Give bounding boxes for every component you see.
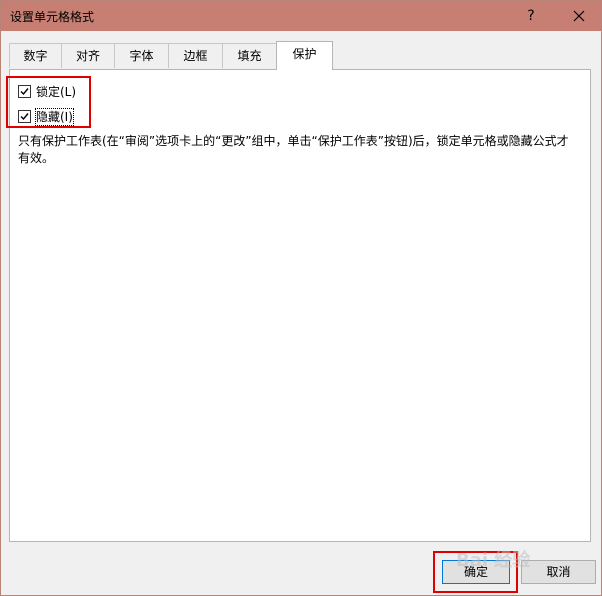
locked-label[interactable]: 锁定(L) [36, 84, 76, 100]
tab-alignment[interactable]: 对齐 [61, 43, 115, 68]
help-button[interactable]: ? [516, 3, 546, 29]
tab-font[interactable]: 字体 [114, 43, 169, 68]
protection-panel: 锁定(L) 隐藏(I) 只有保护工作表(在“审阅”选项卡上的“更改”组中，单击“… [9, 69, 591, 542]
locked-checkbox[interactable] [18, 85, 31, 98]
tab-protection[interactable]: 保护 [276, 41, 333, 70]
tab-fill[interactable]: 填充 [222, 43, 277, 68]
tab-strip: 数字 对齐 字体 边框 填充 保护 [9, 41, 589, 70]
hidden-label[interactable]: 隐藏(I) [35, 108, 74, 126]
watermark: Bai 经验 [456, 550, 531, 571]
dialog-title: 设置单元格格式 [10, 10, 95, 24]
format-cells-dialog: 设置单元格格式 ? 数字 对齐 字体 边框 填充 保护 锁定(L) 隐藏(I) … [0, 0, 602, 596]
close-button[interactable] [563, 3, 595, 29]
checkmark-icon [20, 88, 29, 96]
close-icon [573, 10, 585, 22]
tab-number[interactable]: 数字 [9, 43, 62, 68]
hidden-checkbox[interactable] [18, 110, 31, 123]
cancel-button[interactable]: 取消 [521, 560, 596, 584]
title-bar[interactable]: 设置单元格格式 ? [1, 1, 601, 31]
protection-description: 只有保护工作表(在“审阅”选项卡上的“更改”组中，单击“保护工作表”按钮)后，锁… [18, 134, 569, 165]
checkmark-icon [20, 113, 29, 121]
tab-border[interactable]: 边框 [168, 43, 223, 68]
